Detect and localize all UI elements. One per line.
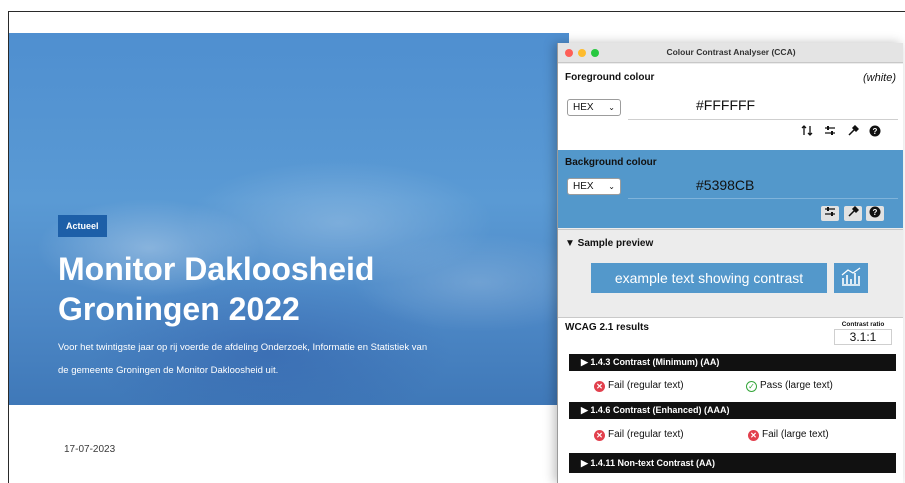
- wcag-results-section: WCAG 2.1 results Contrast ratio 3.1:1 ▶ …: [558, 317, 903, 483]
- background-format-select[interactable]: HEX ⌄: [567, 178, 621, 195]
- page-title-line-1: Monitor Dakloosheid: [58, 251, 375, 287]
- sliders-icon[interactable]: [821, 125, 839, 140]
- help-icon[interactable]: ?: [866, 125, 884, 140]
- chevron-down-icon: ⌄: [608, 103, 615, 112]
- contrast-ratio-label: Contrast ratio: [841, 321, 885, 328]
- foreground-format-value: HEX: [573, 102, 594, 113]
- criterion-1-4-3-toggle[interactable]: ▶ 1.4.3 Contrast (Minimum) (AA): [569, 354, 896, 371]
- chart-contrast-icon: [834, 263, 868, 293]
- background-section: Background colour HEX ⌄ #5398CB ?: [558, 150, 903, 228]
- criterion-1-4-3-large-result: ✓ Pass (large text): [746, 380, 833, 392]
- criterion-1-4-3-regular-result: ✕ Fail (regular text): [594, 380, 684, 392]
- help-icon[interactable]: ?: [866, 206, 884, 221]
- background-input-underline: [628, 198, 898, 199]
- foreground-format-select[interactable]: HEX ⌄: [567, 99, 621, 116]
- wcag-results-label: WCAG 2.1 results: [565, 322, 649, 333]
- page-intro-line-1: Voor het twintigste jaar op rij voerde d…: [58, 342, 428, 353]
- criterion-1-4-11-toggle[interactable]: ▶ 1.4.11 Non-text Contrast (AA): [569, 453, 896, 473]
- svg-text:?: ?: [873, 208, 878, 217]
- browser-frame-top: [8, 11, 905, 12]
- eyedropper-icon[interactable]: [844, 205, 862, 221]
- window-title: Colour Contrast Analyser (CCA): [666, 47, 796, 57]
- fail-icon: ✕: [594, 430, 605, 441]
- screen: Actueel Monitor Dakloosheid Groningen 20…: [0, 0, 905, 483]
- sample-preview-section: ▼ Sample preview example text showing co…: [558, 229, 903, 317]
- page-title: Monitor Dakloosheid Groningen 2022: [58, 249, 528, 329]
- pass-icon: ✓: [746, 381, 757, 392]
- foreground-colour-name: (white): [862, 72, 896, 84]
- swap-icon[interactable]: [798, 125, 816, 140]
- result-text: Pass (large text): [760, 380, 833, 391]
- foreground-section: Foreground colour (white) HEX ⌄ #FFFFFF …: [558, 64, 903, 150]
- window-titlebar[interactable]: Colour Contrast Analyser (CCA): [558, 43, 903, 63]
- page-intro: Voor het twintigste jaar op rij voerde d…: [58, 336, 558, 382]
- sample-text-preview: example text showing contrast: [591, 263, 827, 293]
- fail-icon: ✕: [748, 430, 759, 441]
- sliders-icon[interactable]: [821, 206, 839, 221]
- fail-icon: ✕: [594, 381, 605, 392]
- background-label: Background colour: [565, 157, 657, 168]
- page-title-line-2: Groningen 2022: [58, 291, 300, 327]
- contrast-ratio-value: 3.1:1: [834, 329, 892, 345]
- criterion-1-4-6-toggle[interactable]: ▶ 1.4.6 Contrast (Enhanced) (AAA): [569, 402, 896, 419]
- chevron-down-icon: ⌄: [608, 182, 615, 191]
- background-format-value: HEX: [573, 181, 594, 192]
- result-text: Fail (regular text): [608, 380, 684, 391]
- result-text: Fail (large text): [762, 429, 829, 440]
- criterion-1-4-6-regular-result: ✕ Fail (regular text): [594, 429, 684, 441]
- foreground-hex-input[interactable]: #FFFFFF: [696, 97, 755, 113]
- svg-text:?: ?: [873, 127, 878, 136]
- foreground-input-underline: [628, 119, 898, 120]
- foreground-label: Foreground colour: [565, 72, 655, 83]
- sample-preview-toggle[interactable]: ▼ Sample preview: [565, 238, 653, 249]
- publish-date: 17-07-2023: [64, 444, 116, 455]
- cca-window: Colour Contrast Analyser (CCA) Foregroun…: [557, 43, 903, 483]
- category-badge[interactable]: Actueel: [58, 215, 107, 237]
- criterion-1-4-6-large-result: ✕ Fail (large text): [748, 429, 829, 441]
- background-hex-input[interactable]: #5398CB: [696, 177, 754, 193]
- result-text: Fail (regular text): [608, 429, 684, 440]
- eyedropper-icon[interactable]: [844, 124, 862, 140]
- contrast-ratio-box: Contrast ratio 3.1:1: [834, 321, 892, 345]
- page-intro-line-2: de gemeente Groningen de Monitor Dakloos…: [58, 365, 279, 376]
